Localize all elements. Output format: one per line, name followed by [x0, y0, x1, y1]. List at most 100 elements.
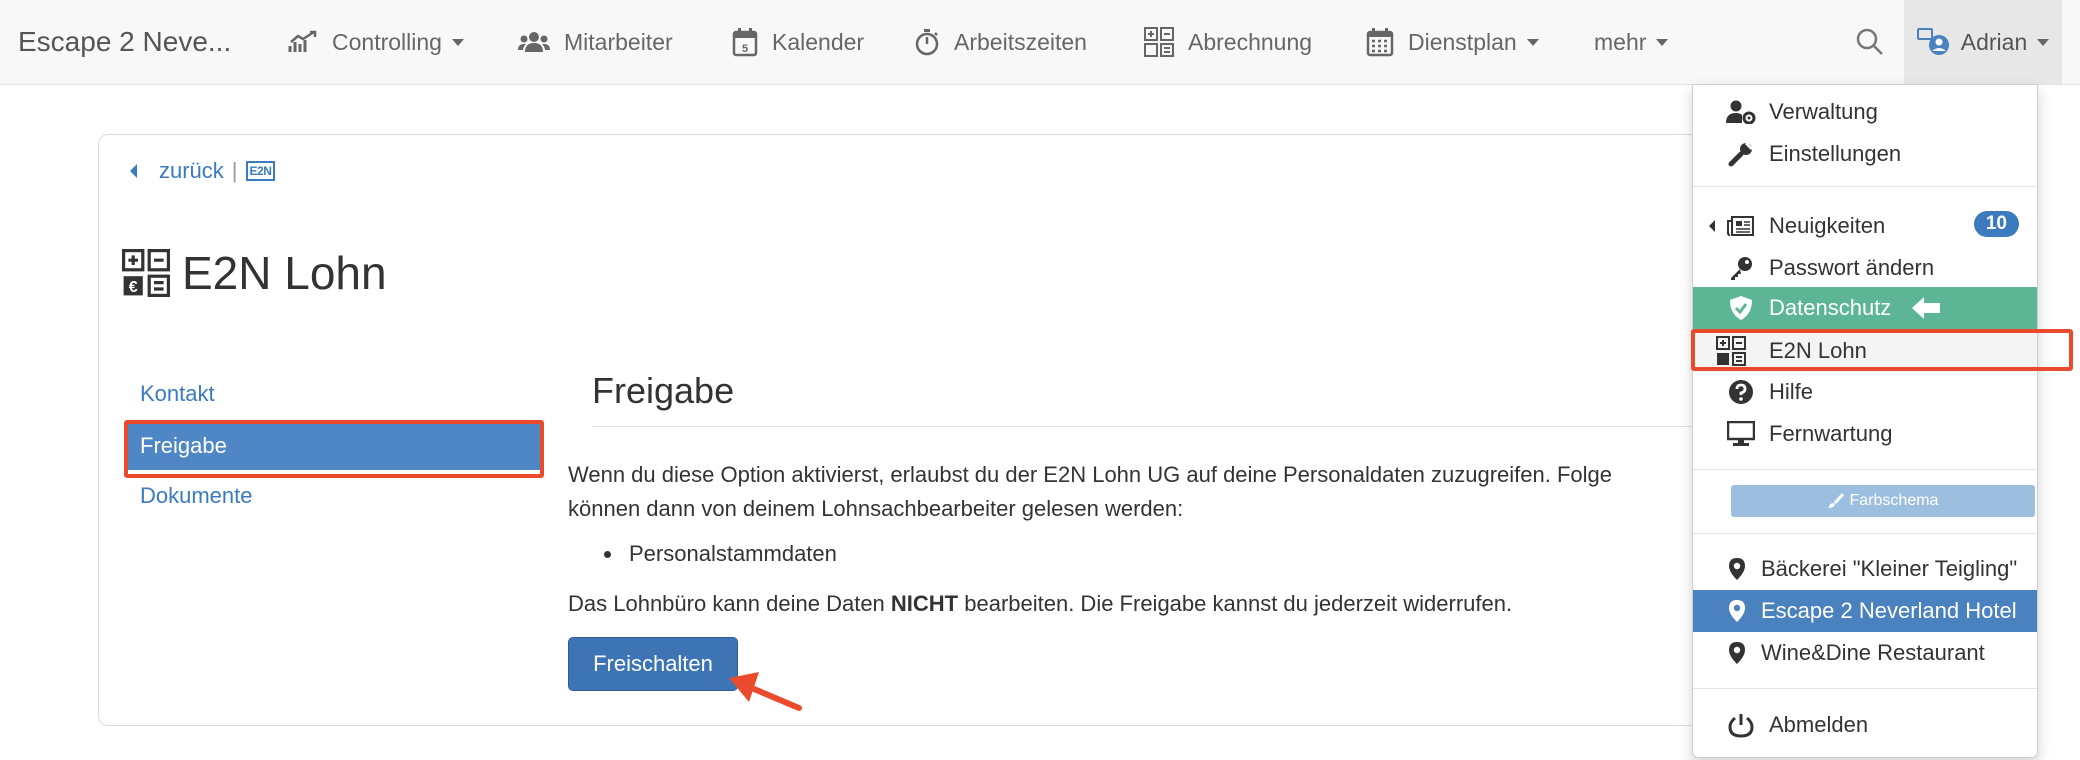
menu-item-neuigkeiten[interactable]: Neuigkeiten 10: [1693, 205, 2037, 247]
freischalten-button[interactable]: Freischalten: [568, 637, 738, 691]
intro-text-line1: Wenn du diese Option aktivierst, erlaubs…: [568, 462, 1613, 487]
back-link[interactable]: zurück | E2N: [130, 158, 276, 184]
menu-item-label: Datenschutz: [1769, 295, 1892, 320]
nav-controlling[interactable]: Controlling: [288, 0, 464, 84]
menu-item-einstellungen[interactable]: Einstellungen: [1693, 133, 2037, 175]
e2n-logo: E2N: [245, 161, 276, 181]
page-title-text: E2N Lohn: [182, 247, 387, 299]
color-scheme-button[interactable]: Farbschema: [1731, 485, 2035, 517]
search-icon[interactable]: [1854, 26, 1886, 58]
back-separator: |: [231, 158, 238, 183]
notice-text-bold: NICHT: [890, 591, 959, 616]
menu-item-label: Fernwartung: [1769, 421, 1893, 446]
shield-check-icon: [1730, 296, 1752, 320]
nav-arbeitszeiten-label: Arbeitszeiten: [954, 28, 1087, 55]
key-icon: [1731, 257, 1752, 280]
nav-arbeitszeiten[interactable]: Arbeitszeiten: [914, 0, 1087, 84]
nav-mitarbeiter[interactable]: Mitarbeiter: [518, 0, 673, 84]
list-item: Personalstammdaten: [604, 541, 837, 567]
nav-kalender-label: Kalender: [772, 28, 865, 55]
map-marker-icon: [1729, 558, 1745, 580]
menu-divider: [1693, 688, 2037, 689]
menu-item-e2n-lohn[interactable]: E2N Lohn: [1693, 330, 2037, 372]
menu-divider: [1693, 469, 2037, 470]
side-nav-kontakt[interactable]: Kontakt: [124, 370, 544, 418]
calendar-grid-icon: [1366, 28, 1394, 57]
chevron-down-icon: [1526, 38, 1539, 46]
user-dropdown-menu: Verwaltung Einstellungen Neuigkeiten 10 …: [1692, 84, 2038, 758]
arrow-left-icon: [1912, 297, 1941, 319]
brand-title[interactable]: Escape 2 Neve...: [18, 0, 231, 84]
stopwatch-icon: [915, 29, 939, 56]
nav-mitarbeiter-label: Mitarbeiter: [564, 28, 673, 55]
menu-item-label: Neuigkeiten: [1769, 213, 1886, 238]
svg-text:€: €: [129, 279, 138, 296]
menu-item-hilfe[interactable]: Hilfe: [1693, 371, 2037, 413]
menu-item-fernwartung[interactable]: Fernwartung: [1693, 413, 2037, 455]
monitor-icon: [1727, 421, 1755, 446]
menu-item-label: E2N Lohn: [1769, 338, 1867, 363]
calculator-icon: [1716, 336, 1746, 366]
nav-dienstplan-label: Dienstplan: [1408, 28, 1517, 55]
calendar-day-number: 5: [742, 43, 748, 55]
section-divider: [592, 426, 1712, 427]
intro-text-line2: können dann von deinem Lohnsachbearbeite…: [568, 496, 1184, 521]
news-count-badge: 10: [1973, 211, 2019, 237]
page-title: € E2N Lohn: [122, 246, 387, 300]
menu-item-label: Hilfe: [1769, 379, 1814, 404]
menu-item-passwort[interactable]: Passwort ändern: [1693, 247, 2037, 289]
chevron-left-icon: [130, 164, 137, 178]
location-item-baeckerei[interactable]: Bäckerei "Kleiner Teigling": [1693, 548, 2037, 590]
chevron-down-icon: [1656, 38, 1669, 46]
nav-abrechnung-label: Abrechnung: [1188, 28, 1313, 55]
location-label: Bäckerei "Kleiner Teigling": [1761, 556, 2018, 581]
user-circle-icon: [1916, 28, 1949, 55]
nav-mehr-label: mehr: [1594, 28, 1647, 55]
nav-mehr[interactable]: mehr: [1594, 0, 1669, 84]
back-label: zurück: [159, 158, 224, 183]
nav-kalender[interactable]: 5 Kalender: [732, 0, 864, 84]
side-nav-freigabe[interactable]: Freigabe: [124, 422, 544, 470]
notice-text: Das Lohnbüro kann deine Daten NICHT bear…: [568, 587, 1512, 621]
location-item-wine-dine[interactable]: Wine&Dine Restaurant: [1693, 632, 2037, 674]
newspaper-icon: [1727, 216, 1754, 236]
menu-item-abmelden[interactable]: Abmelden: [1693, 704, 2037, 746]
power-icon: [1728, 714, 1754, 738]
map-marker-icon: [1729, 600, 1745, 622]
calculator-icon: [1144, 27, 1174, 57]
notice-text-end: bearbeiten. Die Freigabe kannst du jeder…: [958, 591, 1513, 616]
location-label: Escape 2 Neverland Hotel: [1761, 598, 2017, 623]
wrench-icon: [1728, 141, 1754, 167]
chevron-left-icon: [1709, 220, 1715, 232]
chart-icon: [288, 30, 317, 52]
menu-item-label: Passwort ändern: [1769, 255, 1935, 280]
users-icon: [518, 32, 550, 52]
location-item-escape-hotel[interactable]: Escape 2 Neverland Hotel: [1693, 590, 2037, 632]
menu-divider: [1693, 533, 2037, 534]
list-item-label: Personalstammdaten: [629, 541, 837, 566]
user-menu-toggle[interactable]: Adrian: [1904, 0, 2062, 84]
brush-icon: [1828, 493, 1844, 508]
user-name: Adrian: [1960, 28, 2028, 55]
bullet-dot: [604, 550, 611, 558]
color-scheme-label: Farbschema: [1849, 492, 1939, 509]
menu-item-label: Verwaltung: [1769, 99, 1878, 124]
side-nav-dokumente[interactable]: Dokumente: [124, 472, 544, 520]
nav-dienstplan[interactable]: Dienstplan: [1366, 0, 1539, 84]
chevron-down-icon: [2037, 38, 2050, 46]
menu-item-datenschutz[interactable]: Datenschutz: [1693, 287, 2037, 329]
map-marker-icon: [1729, 642, 1745, 664]
location-label: Wine&Dine Restaurant: [1761, 640, 1985, 665]
user-cog-icon: [1726, 100, 1756, 124]
top-navbar: Escape 2 Neve... Controlling Mitarbeiter…: [0, 0, 2080, 85]
menu-item-verwaltung[interactable]: Verwaltung: [1693, 91, 2037, 133]
menu-item-label: Einstellungen: [1769, 141, 1902, 166]
question-circle-icon: [1729, 380, 1753, 404]
section-heading: Freigabe: [592, 370, 735, 411]
calculator-icon: €: [122, 249, 170, 297]
nav-abrechnung[interactable]: Abrechnung: [1144, 0, 1312, 84]
notice-text-start: Das Lohnbüro kann deine Daten: [568, 591, 891, 616]
pointer-arrow-annotation: [729, 672, 802, 711]
menu-divider: [1693, 186, 2037, 187]
calendar-day-icon: 5: [732, 28, 758, 57]
